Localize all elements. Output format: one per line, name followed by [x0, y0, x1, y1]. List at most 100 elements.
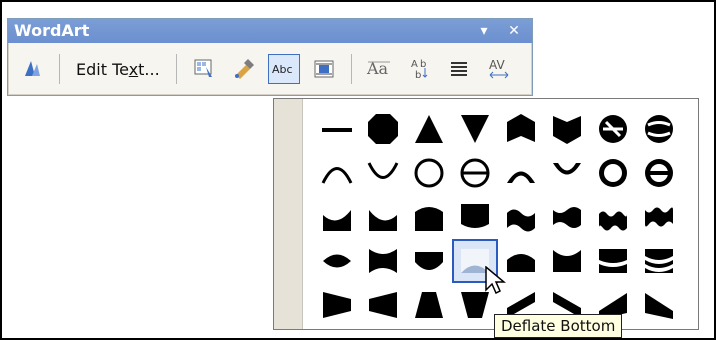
inflate-shape-icon	[323, 254, 351, 268]
alignment-icon	[450, 62, 467, 76]
wordart-shape-dropdown	[273, 98, 699, 330]
ring-inside-shape-icon	[599, 115, 627, 143]
same-letter-heights-button[interactable]: Aa	[363, 54, 395, 84]
shape-option-deflate-inflate-shape[interactable]	[590, 239, 636, 283]
fade-left-shape-icon	[369, 292, 397, 318]
shape-option-circle-curve-shape[interactable]	[406, 151, 452, 195]
shape-option-fade-left-shape[interactable]	[360, 283, 406, 327]
toolbar-title: WordArt	[14, 21, 90, 40]
shape-option-triangle-up-shape[interactable]	[406, 107, 452, 151]
vertical-text-icon: A b b	[411, 59, 428, 81]
edit-text-button[interactable]: Edit Text...	[71, 54, 165, 84]
insert-wordart-button[interactable]	[16, 54, 48, 84]
shape-option-curve-down-shape[interactable]	[360, 195, 406, 239]
button-pour-shape-icon	[645, 159, 673, 187]
can-down-shape-icon	[461, 204, 489, 228]
deflate-inflate-deflate-shape-icon	[645, 249, 673, 273]
shape-option-can-up-shape[interactable]	[406, 195, 452, 239]
ring-outside-shape-icon	[645, 115, 673, 143]
shape-option-fade-right-shape[interactable]	[314, 283, 360, 327]
text-wrapping-icon	[314, 60, 334, 78]
shape-option-fade-up-shape[interactable]	[406, 283, 452, 327]
arch-down-pour-shape-icon	[553, 163, 581, 175]
character-spacing-button[interactable]: AV	[483, 54, 515, 84]
shape-option-triangle-down-shape[interactable]	[452, 107, 498, 151]
abc-shape-icon: Abc	[272, 63, 293, 76]
toolbar-separator	[175, 54, 177, 84]
shape-option-wave2-shape[interactable]	[544, 195, 590, 239]
arch-up-pour-shape-icon	[507, 171, 535, 183]
inflate-top-shape-icon	[507, 254, 535, 272]
alignment-button[interactable]	[443, 54, 475, 84]
circle-pour-shape-icon	[599, 159, 627, 187]
close-icon[interactable]: ✕	[506, 23, 522, 39]
triangle-down-shape-icon	[461, 115, 489, 143]
shape-option-cascade-down-shape[interactable]	[636, 283, 682, 327]
shape-option-ring-inside-shape[interactable]	[590, 107, 636, 151]
paint-brush-icon	[234, 59, 254, 79]
shape-option-wave1-shape[interactable]	[498, 195, 544, 239]
deflate-top-shape-icon	[553, 250, 581, 272]
toolbar-row: Edit Text... Abc Aa A b b AV	[8, 43, 532, 95]
shape-option-arch-down-curve-shape[interactable]	[360, 151, 406, 195]
circle-curve-shape-icon	[414, 158, 444, 188]
svg-text:b: b	[415, 70, 421, 81]
curve-down-shape-icon	[369, 210, 397, 231]
chevron-up-shape-icon	[507, 114, 535, 142]
shape-option-double-wave2-shape[interactable]	[636, 195, 682, 239]
wordart-shape-button[interactable]: Abc	[267, 54, 300, 84]
wordart-icon	[25, 61, 40, 76]
inflate-bottom-shape-icon	[415, 252, 443, 270]
shape-option-ring-outside-shape[interactable]	[636, 107, 682, 151]
format-wordart-button[interactable]	[228, 54, 260, 84]
chevron-down-shape-icon	[553, 116, 581, 144]
double-wave2-shape-icon	[645, 207, 673, 227]
shape-option-stop-shape[interactable]	[360, 107, 406, 151]
can-up-shape-icon	[415, 207, 443, 231]
wordart-gallery-button[interactable]	[188, 54, 220, 84]
arch-up-curve-shape-icon	[321, 167, 353, 184]
shape-option-double-wave1-shape[interactable]	[590, 195, 636, 239]
text-wrapping-button[interactable]	[308, 54, 340, 84]
vertical-text-button[interactable]: A b b	[403, 54, 435, 84]
shape-grid	[314, 107, 686, 327]
shape-option-chevron-down-shape[interactable]	[544, 107, 590, 151]
edit-text-label: Edit Text...	[76, 59, 160, 79]
same-letter-heights-icon: Aa	[366, 59, 390, 78]
shape-option-arch-up-pour-shape[interactable]	[498, 151, 544, 195]
shape-option-arch-up-curve-shape[interactable]	[314, 151, 360, 195]
shape-option-arch-down-pour-shape[interactable]	[544, 151, 590, 195]
toolbar-titlebar[interactable]: WordArt ▾ ✕	[8, 19, 532, 43]
shape-option-button-pour-shape[interactable]	[636, 151, 682, 195]
shape-option-deflate-inflate-deflate-shape[interactable]	[636, 239, 682, 283]
shape-option-button-curve-shape[interactable]	[452, 151, 498, 195]
shape-option-inflate-shape[interactable]	[314, 239, 360, 283]
shape-option-chevron-up-shape[interactable]	[498, 107, 544, 151]
toolbar-separator	[59, 54, 60, 84]
shape-option-can-down-shape[interactable]	[452, 195, 498, 239]
svg-text:Abc: Abc	[272, 63, 293, 76]
shape-option-curve-up-shape[interactable]	[314, 195, 360, 239]
curve-up-shape-icon	[323, 210, 351, 231]
fade-right-shape-icon	[323, 292, 351, 318]
plain-text-shape-icon	[322, 128, 352, 132]
wave2-shape-icon	[553, 207, 581, 228]
edit-text-accessor: x	[128, 59, 139, 79]
mouse-pointer-icon	[485, 266, 506, 294]
double-wave1-shape-icon	[599, 211, 627, 231]
button-curve-shape-icon	[460, 158, 490, 188]
character-spacing-icon: AV	[489, 58, 509, 79]
gallery-icon	[194, 59, 212, 77]
tooltip-text: Deflate Bottom	[501, 317, 616, 335]
shape-option-inflate-bottom-shape[interactable]	[406, 239, 452, 283]
shape-option-plain-text-shape[interactable]	[314, 107, 360, 151]
triangle-up-shape-icon	[415, 115, 443, 143]
wave1-shape-icon	[507, 209, 535, 232]
cascade-down-shape-icon	[645, 293, 673, 319]
fade-up-shape-icon	[415, 292, 443, 318]
toolbar-options-icon[interactable]: ▾	[476, 23, 492, 39]
deflate-inflate-shape-icon	[599, 249, 627, 273]
shape-option-deflate-top-shape[interactable]	[544, 239, 590, 283]
shape-option-circle-pour-shape[interactable]	[590, 151, 636, 195]
shape-option-deflate-shape[interactable]	[360, 239, 406, 283]
